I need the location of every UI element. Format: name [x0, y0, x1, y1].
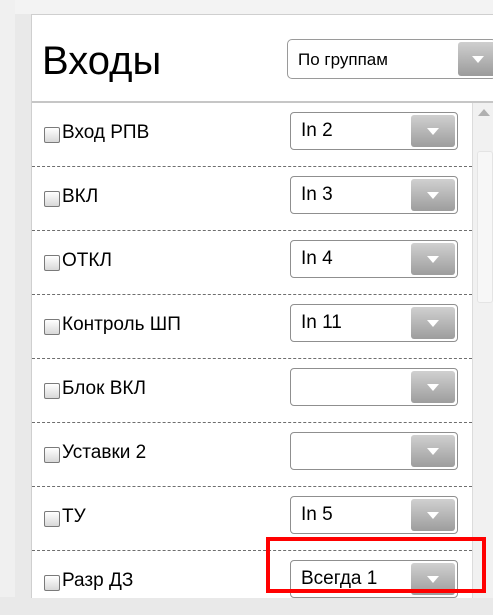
- list-item-label: Вход РПВ: [62, 122, 150, 143]
- scrollbar[interactable]: [472, 103, 493, 598]
- chevron-down-icon[interactable]: [411, 307, 455, 339]
- list-item-label: ТУ: [62, 506, 86, 527]
- chevron-down-icon[interactable]: [411, 115, 455, 147]
- list-item-label: ВКЛ: [62, 186, 99, 207]
- checkbox[interactable]: [44, 191, 60, 207]
- list-item-label: ОТКЛ: [62, 250, 112, 271]
- input-select[interactable]: In 3: [290, 176, 458, 214]
- checkbox[interactable]: [44, 127, 60, 143]
- list-item-label: Контроль ШП: [62, 314, 181, 335]
- list-item: ОТКЛ In 4: [32, 231, 472, 295]
- checkbox[interactable]: [44, 447, 60, 463]
- checkbox[interactable]: [44, 255, 60, 271]
- checkbox[interactable]: [44, 383, 60, 399]
- top-strip: [15, 0, 493, 14]
- list-item: Уставки 2: [32, 423, 472, 487]
- chevron-down-icon[interactable]: [411, 179, 455, 211]
- input-select[interactable]: In 2: [290, 112, 458, 150]
- list-item: Контроль ШП In 11: [32, 295, 472, 359]
- chevron-down-icon[interactable]: [411, 371, 455, 403]
- inputs-panel: Входы По группам Вход РПВ In 2 ВКЛ In 3 …: [31, 14, 493, 598]
- panel-header: Входы По группам: [32, 15, 493, 101]
- chevron-down-icon[interactable]: [411, 243, 455, 275]
- chevron-down-icon[interactable]: [411, 435, 455, 467]
- list-item-label: Уставки 2: [62, 442, 147, 463]
- page-title: Входы: [42, 39, 162, 83]
- list-item: ВКЛ In 3: [32, 167, 472, 231]
- group-select-value: По группам: [298, 50, 388, 69]
- list-item: Блок ВКЛ: [32, 359, 472, 423]
- group-select[interactable]: По группам: [287, 39, 493, 79]
- list-item-label: Разр ДЗ: [62, 570, 134, 591]
- input-select[interactable]: [290, 432, 458, 470]
- input-select[interactable]: In 4: [290, 240, 458, 278]
- input-select-value: In 3: [301, 184, 333, 205]
- input-select-value: In 5: [301, 504, 333, 525]
- list-item-label: Блок ВКЛ: [62, 378, 146, 399]
- input-select-value: In 2: [301, 120, 333, 141]
- input-select-value: In 11: [301, 312, 342, 333]
- arrow-up-icon[interactable]: [478, 109, 490, 116]
- left-strip: [0, 0, 15, 597]
- highlight-box: [266, 537, 486, 593]
- checkbox[interactable]: [44, 319, 60, 335]
- input-select[interactable]: In 11: [290, 304, 458, 342]
- input-select-value: In 4: [301, 248, 333, 269]
- input-select[interactable]: [290, 368, 458, 406]
- chevron-down-icon[interactable]: [458, 42, 493, 76]
- scrollbar-thumb[interactable]: [477, 151, 493, 303]
- checkbox[interactable]: [44, 511, 60, 527]
- chevron-down-icon[interactable]: [411, 499, 455, 531]
- list-item: Вход РПВ In 2: [32, 103, 472, 167]
- checkbox[interactable]: [44, 575, 60, 591]
- inputs-list: Вход РПВ In 2 ВКЛ In 3 ОТКЛ In 4 Контрол…: [32, 103, 472, 598]
- input-select[interactable]: In 5: [290, 496, 458, 534]
